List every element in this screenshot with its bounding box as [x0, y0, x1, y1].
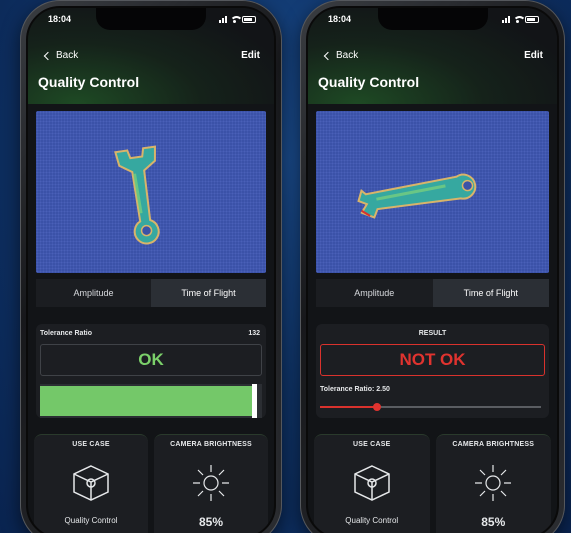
cube-icon — [73, 465, 109, 501]
back-label: Back — [336, 50, 359, 61]
tab-amplitude[interactable]: Amplitude — [36, 279, 151, 307]
status-time: 18:04 — [328, 14, 352, 24]
tab-time-of-flight[interactable]: Time of Flight — [151, 279, 266, 307]
nav-bar: Back Edit — [322, 50, 543, 66]
camera-brightness-card[interactable]: CAMERA BRIGHTNESS 85% — [435, 434, 551, 533]
slider-knob[interactable] — [373, 403, 382, 411]
wrench-image — [114, 145, 160, 245]
phone-screen: 18:04 Back Edit Quality Control Amplitud… — [26, 6, 276, 533]
use-case-value: Quality Control — [64, 516, 118, 525]
edit-button[interactable]: Edit — [524, 50, 543, 61]
info-cards: USE CASE Quality Control CAMERA BRIGHTNE… — [34, 434, 268, 533]
brightness-value: 85% — [198, 515, 224, 529]
page-title: Quality Control — [38, 74, 140, 90]
camera-image — [316, 111, 549, 273]
battery-icon — [525, 15, 539, 23]
slider-fill — [320, 406, 378, 408]
back-label: Back — [56, 50, 79, 61]
sun-icon — [475, 465, 512, 501]
card-title: USE CASE — [72, 441, 110, 448]
edit-button[interactable]: Edit — [241, 50, 260, 61]
use-case-card[interactable]: USE CASE Quality Control — [314, 434, 430, 533]
tab-time-of-flight[interactable]: Time of Flight — [432, 279, 549, 307]
camera-brightness-card[interactable]: CAMERA BRIGHTNESS 85% — [154, 434, 268, 533]
progress-fill — [40, 386, 256, 416]
battery-icon — [242, 15, 256, 23]
result-label: RESULT — [418, 330, 447, 337]
info-cards: USE CASE Quality Control CAMERA BRIGHTNE… — [314, 434, 551, 533]
back-button[interactable]: Back — [322, 50, 358, 61]
progress-marker[interactable] — [252, 384, 258, 418]
chevron-left-icon — [43, 51, 53, 60]
wrench-image — [357, 173, 477, 219]
result-ok: OK — [40, 344, 262, 376]
view-tabs: Amplitude Time of Flight — [316, 279, 549, 307]
result-not-ok: NOT OK — [320, 344, 545, 376]
card-title: USE CASE — [353, 441, 391, 448]
tolerance-label: Tolerance Ratio — [40, 330, 92, 337]
brightness-value: 85% — [481, 515, 506, 529]
status-time: 18:04 — [48, 14, 72, 24]
card-title: CAMERA BRIGHTNESS — [452, 441, 535, 448]
nav-bar: Back Edit — [42, 50, 260, 66]
camera-image — [36, 111, 266, 273]
tolerance-value: 132 — [248, 330, 260, 337]
wifi-icon — [230, 15, 243, 23]
signal-icon — [502, 15, 510, 23]
wifi-icon — [513, 15, 526, 23]
view-tabs: Amplitude Time of Flight — [36, 279, 266, 307]
phone-right: 18:04 Back Edit Quality Control Amplitud… — [300, 0, 565, 533]
signal-icon — [219, 15, 227, 23]
phone-screen: 18:04 Back Edit Quality Control Amplitud… — [306, 6, 559, 533]
use-case-card[interactable]: USE CASE Quality Control — [34, 434, 148, 533]
notch — [96, 8, 206, 30]
phone-left: 18:04 Back Edit Quality Control Amplitud… — [20, 0, 282, 533]
card-title: CAMERA BRIGHTNESS — [170, 441, 252, 448]
tab-amplitude[interactable]: Amplitude — [316, 279, 433, 307]
page-title: Quality Control — [318, 74, 420, 90]
sun-icon — [193, 465, 229, 501]
cube-icon — [354, 465, 390, 501]
tolerance-progress[interactable] — [40, 384, 262, 418]
back-button[interactable]: Back — [42, 50, 78, 61]
result-panel: RESULT NOT OK Tolerance Ratio: 2.50 — [316, 324, 549, 418]
use-case-value: Quality Control — [345, 516, 399, 525]
tolerance-panel: Tolerance Ratio 132 OK — [36, 324, 266, 418]
chevron-left-icon — [323, 51, 333, 60]
tolerance-slider[interactable] — [320, 403, 541, 411]
tolerance-ratio-label: Tolerance Ratio: 2.50 — [320, 386, 390, 393]
notch — [377, 8, 488, 30]
